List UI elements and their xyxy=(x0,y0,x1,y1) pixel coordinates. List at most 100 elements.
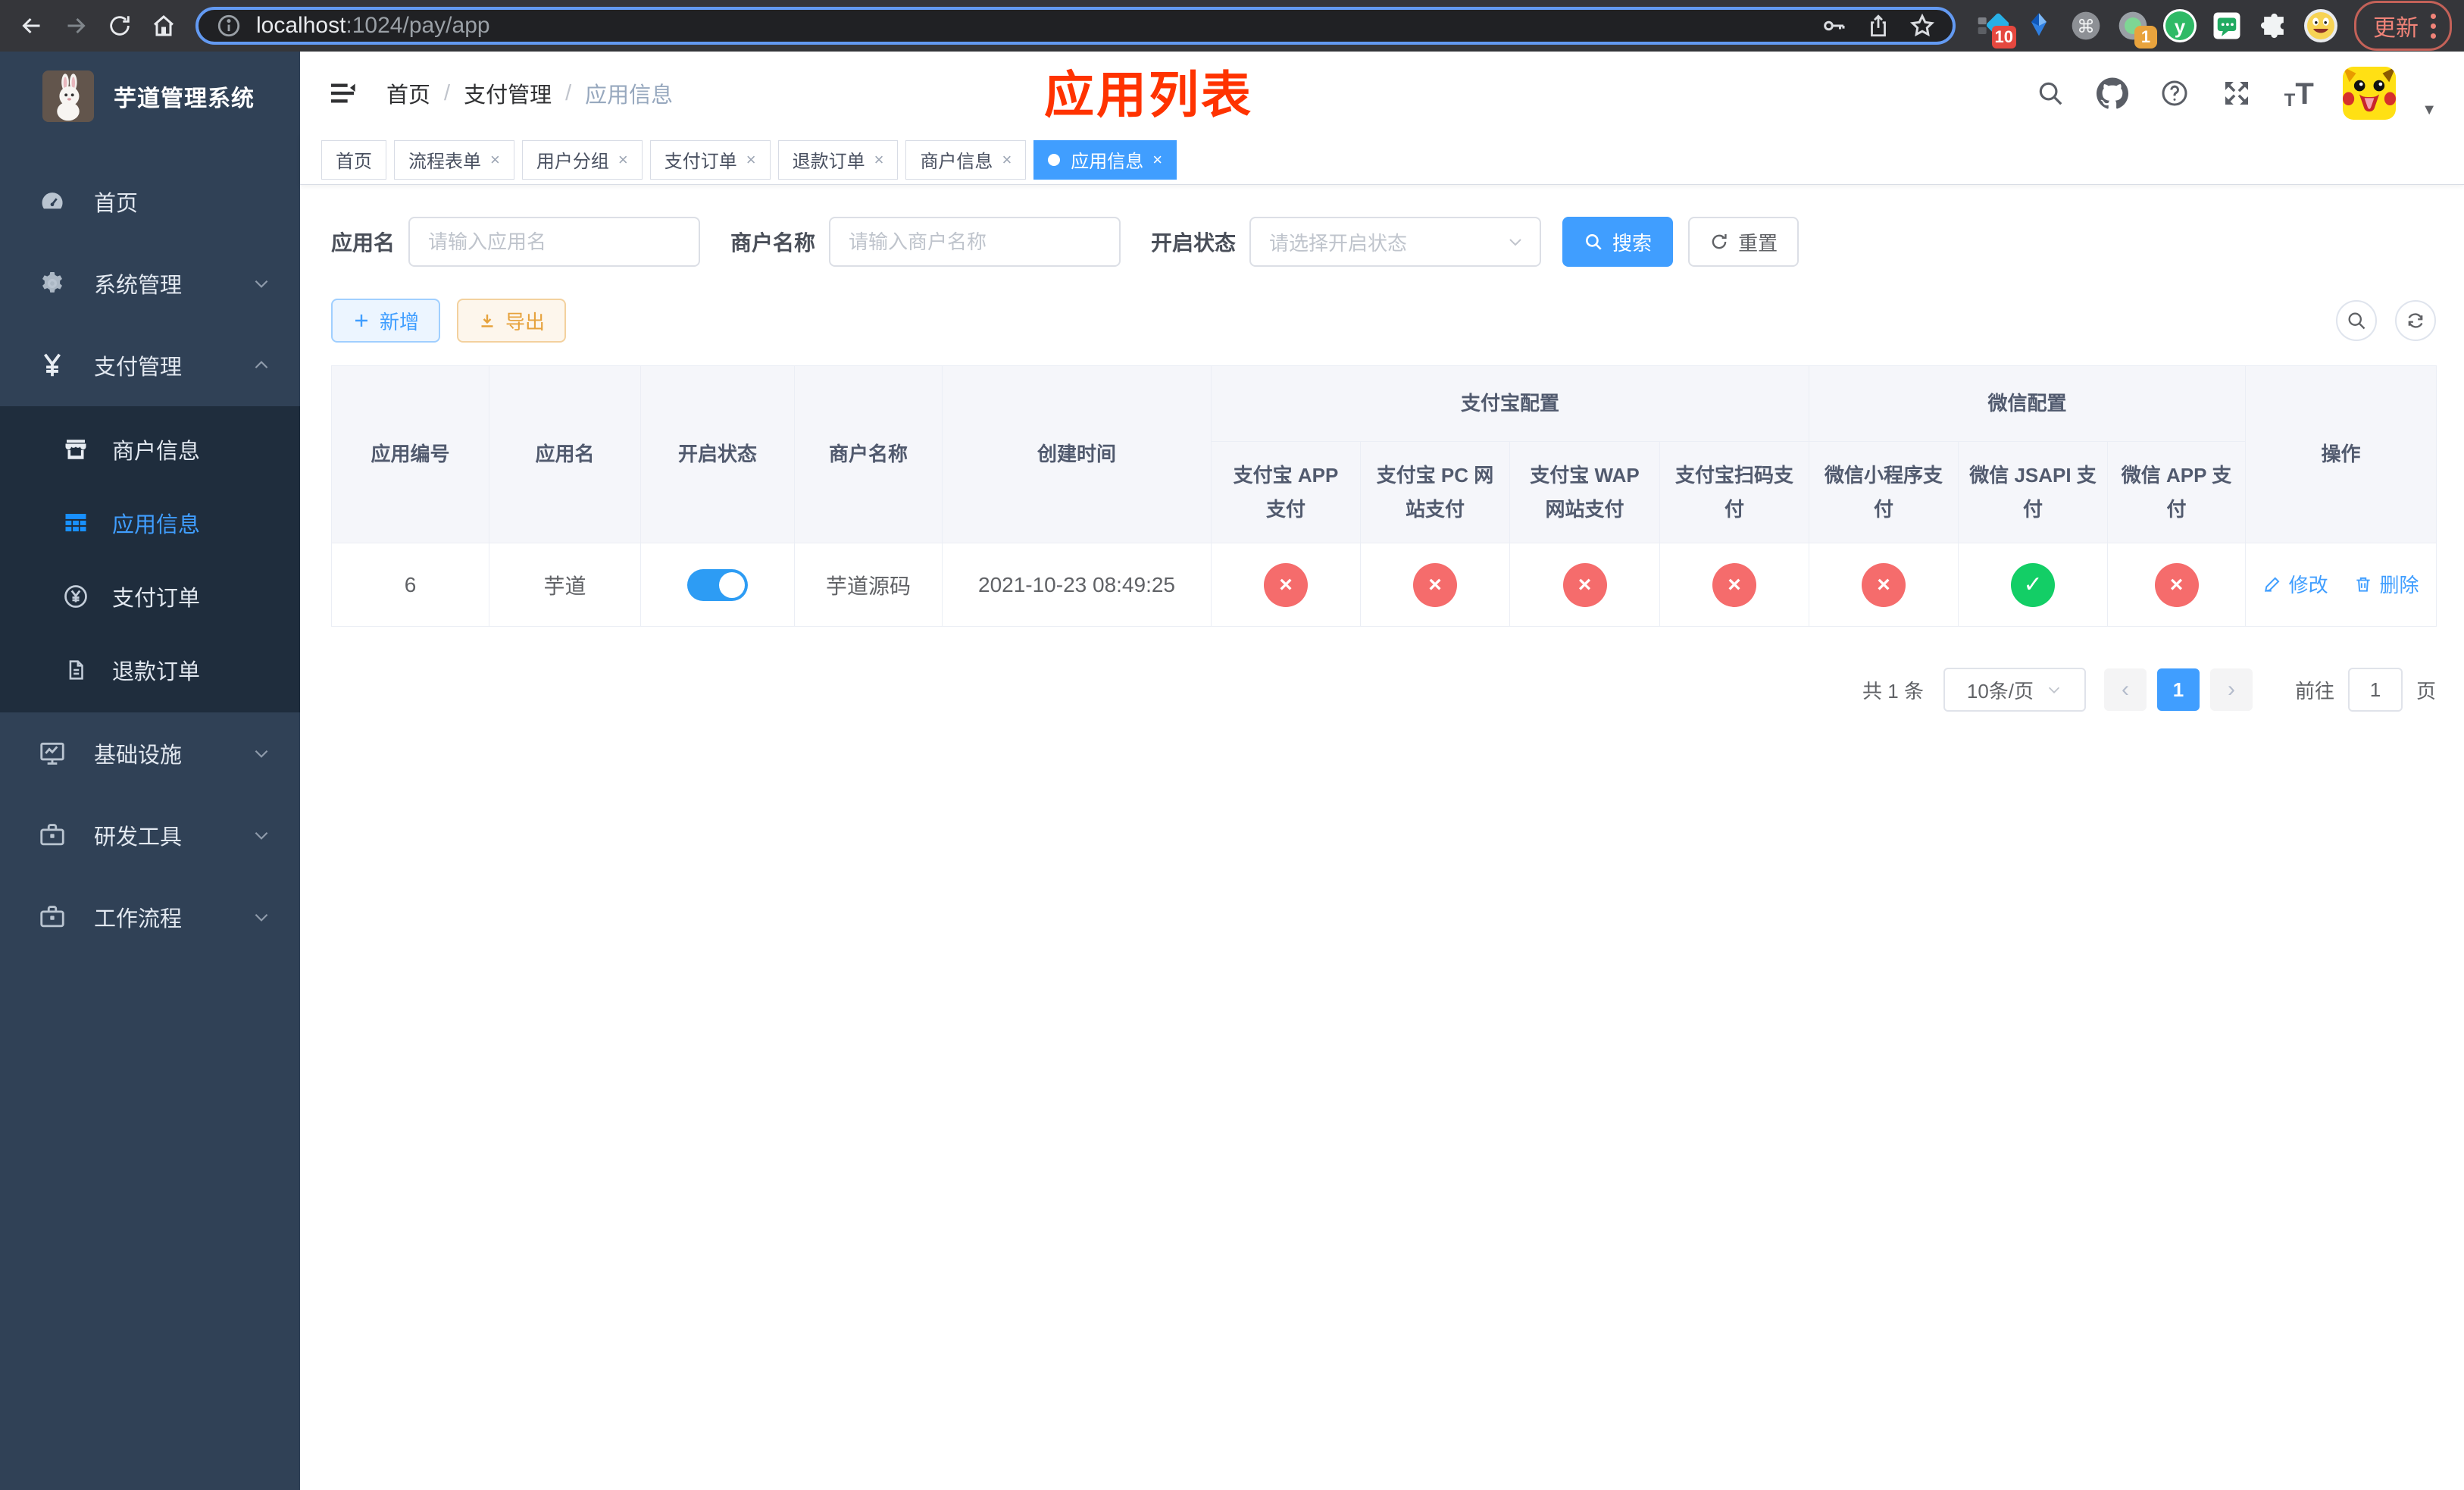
cell-merchant: 芋道源码 xyxy=(794,543,943,627)
fullscreen-icon[interactable] xyxy=(2219,75,2255,111)
refresh-table-button[interactable] xyxy=(2395,300,2436,341)
col-app-name: 应用名 xyxy=(489,365,641,543)
pagination-total: 共 1 条 xyxy=(1862,679,1924,703)
sidebar-item-pay-orders[interactable]: 支付订单 xyxy=(0,559,300,633)
browser-menu-icon[interactable] xyxy=(2431,13,2436,39)
status-badge: × xyxy=(1862,562,1906,607)
chevron-down-icon xyxy=(1509,239,1521,246)
sidebar-item-workflow[interactable]: 工作流程 xyxy=(0,876,300,958)
dashboard-icon xyxy=(35,187,70,216)
chevron-down-icon xyxy=(252,743,271,763)
browser-reload-button[interactable] xyxy=(100,6,139,45)
sidebar-item-app-info[interactable]: 应用信息 xyxy=(0,486,300,559)
current-page-button[interactable]: 1 xyxy=(2156,668,2200,711)
breadcrumb-payment[interactable]: 支付管理 xyxy=(464,77,552,109)
page-size-select[interactable]: 10条/页 xyxy=(1943,668,2086,712)
next-page-button[interactable]: › xyxy=(2209,668,2253,711)
close-icon[interactable]: × xyxy=(874,150,884,170)
user-avatar[interactable] xyxy=(2343,67,2397,120)
close-icon[interactable]: × xyxy=(490,150,500,170)
status-badge: ✓ xyxy=(2011,562,2056,607)
extension-balloon-icon[interactable] xyxy=(2021,8,2057,44)
cell-operations: 修改 删除 xyxy=(2245,543,2437,627)
address-bar[interactable]: localhost:1024/pay/app xyxy=(195,7,1956,45)
col-alipay-app: 支付宝 APP 支付 xyxy=(1211,441,1361,543)
password-key-icon[interactable] xyxy=(1818,9,1851,42)
sidebar-item-merchant-info[interactable]: 商户信息 xyxy=(0,412,300,486)
sidebar-item-dev-tools[interactable]: 研发工具 xyxy=(0,794,300,876)
extension-recorder-icon[interactable]: 1 xyxy=(2115,8,2157,49)
close-icon[interactable]: × xyxy=(746,150,756,170)
tab-merchant-info[interactable]: 商户信息 × xyxy=(905,139,1027,180)
extension-yudao-icon[interactable]: y xyxy=(2162,8,2198,44)
tab-pay-orders[interactable]: 支付订单 × xyxy=(649,139,771,180)
share-icon[interactable] xyxy=(1862,9,1895,42)
reset-button[interactable]: 重置 xyxy=(1688,217,1800,267)
briefcase-icon xyxy=(35,903,70,931)
site-info-icon[interactable] xyxy=(212,9,245,42)
app-name-input[interactable] xyxy=(408,217,701,267)
browser-update-button[interactable]: 更新 xyxy=(2354,1,2452,51)
tab-user-group[interactable]: 用户分组 × xyxy=(521,139,643,180)
avatar-dropdown-caret[interactable]: ▼ xyxy=(2422,102,2437,119)
trash-icon xyxy=(2356,577,2371,592)
browser-back-button[interactable] xyxy=(12,6,52,45)
refresh-icon xyxy=(1712,234,1727,249)
app-logo-row[interactable]: 芋道管理系统 xyxy=(0,52,300,141)
extension-emoji-icon[interactable] xyxy=(2303,8,2339,44)
merchant-name-input[interactable] xyxy=(829,217,1121,267)
bookmark-star-icon[interactable] xyxy=(1906,9,1939,42)
app-logo xyxy=(42,70,94,122)
edit-link[interactable]: 修改 xyxy=(2263,570,2328,598)
search-button[interactable]: 搜索 xyxy=(1562,217,1674,267)
app-title: 芋道管理系统 xyxy=(114,86,255,111)
status-toggle[interactable] xyxy=(687,568,748,601)
col-merchant: 商户名称 xyxy=(794,365,943,543)
top-navbar: 首页 / 支付管理 / 应用信息 T T ▼ xyxy=(300,52,2464,135)
prev-page-button[interactable]: ‹ xyxy=(2103,668,2147,711)
delete-link[interactable]: 删除 xyxy=(2353,570,2419,598)
export-button[interactable]: 导出 xyxy=(457,299,567,343)
table-grid-icon xyxy=(59,509,92,537)
table-row: 6 芋道 芋道源码 2021-10-23 08:49:25 × × × × × … xyxy=(331,543,2437,627)
github-icon[interactable] xyxy=(2094,75,2131,111)
add-button[interactable]: 新增 xyxy=(331,299,441,343)
status-select[interactable]: 请选择开启状态 xyxy=(1249,217,1542,267)
goto-unit-label: 页 xyxy=(2416,679,2436,703)
refresh-icon xyxy=(2408,313,2423,328)
extension-puzzle-icon[interactable] xyxy=(2256,8,2292,44)
browser-home-button[interactable] xyxy=(144,6,183,45)
document-icon xyxy=(59,657,92,683)
sidebar-item-payment[interactable]: 支付管理 xyxy=(0,324,300,406)
extension-chat-icon[interactable] xyxy=(2209,8,2245,44)
help-icon[interactable] xyxy=(2156,75,2193,111)
sidebar-item-refund-orders[interactable]: 退款订单 xyxy=(0,633,300,706)
extension-command-icon[interactable]: ⌘ xyxy=(2068,8,2104,44)
cell-created: 2021-10-23 08:49:25 xyxy=(942,543,1212,627)
sidebar-collapse-icon[interactable] xyxy=(327,78,358,108)
tab-refund-orders[interactable]: 退款订单 × xyxy=(777,139,899,180)
close-icon[interactable]: × xyxy=(1002,150,1012,170)
sidebar-item-infra[interactable]: 基础设施 xyxy=(0,712,300,794)
tab-app-info[interactable]: 应用信息 × xyxy=(1033,139,1177,180)
close-icon[interactable]: × xyxy=(618,150,628,170)
search-icon[interactable] xyxy=(2032,75,2068,111)
sidebar-item-home[interactable]: 首页 xyxy=(0,161,300,243)
sidebar-item-system[interactable]: 系统管理 xyxy=(0,243,300,324)
merchant-name-label: 商户名称 xyxy=(730,231,816,255)
status-badge: × xyxy=(1712,562,1756,607)
tab-process-form[interactable]: 流程表单 × xyxy=(394,139,514,180)
browser-forward-button[interactable] xyxy=(56,6,95,45)
plus-icon xyxy=(355,315,367,327)
font-size-icon[interactable]: TT xyxy=(2281,75,2317,111)
show-search-button[interactable] xyxy=(2336,300,2377,341)
status-badge: × xyxy=(1413,562,1457,607)
goto-page-input[interactable] xyxy=(2347,668,2403,712)
extensions-row: 10 ⌘ 1 y xyxy=(1968,8,2345,49)
breadcrumb-home[interactable]: 首页 xyxy=(386,77,430,109)
extension-diamond-icon[interactable]: 10 xyxy=(1974,8,2016,49)
group-alipay-config: 支付宝配置 xyxy=(1210,365,1810,442)
table-toolbar: 新增 导出 xyxy=(331,299,2436,343)
close-icon[interactable]: × xyxy=(1152,150,1162,170)
tab-home[interactable]: 首页 xyxy=(321,139,386,180)
